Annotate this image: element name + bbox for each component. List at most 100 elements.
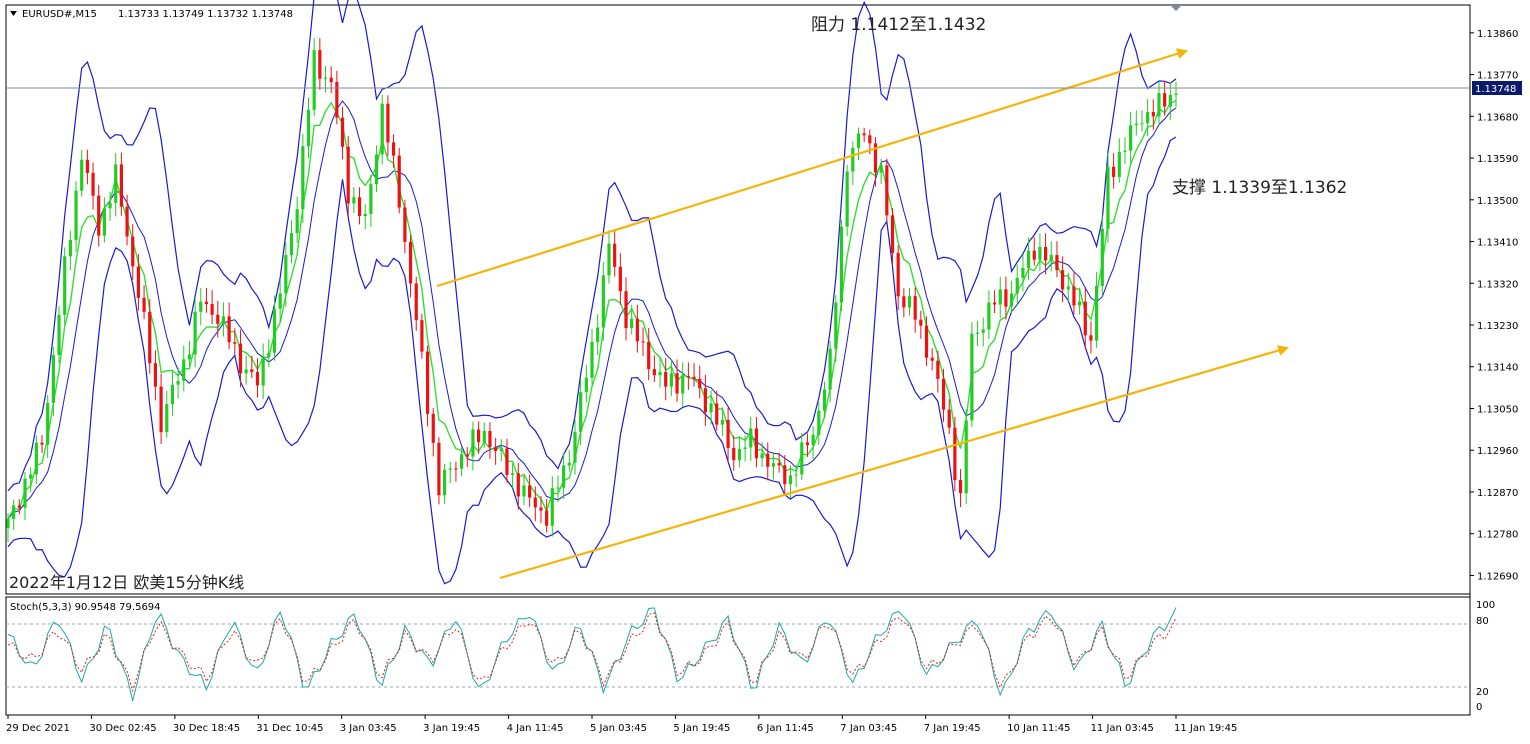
candle-body xyxy=(1078,301,1082,306)
candle-body xyxy=(131,236,135,267)
candle-body xyxy=(936,360,940,379)
candle-body xyxy=(335,82,339,118)
candle-body xyxy=(363,213,367,217)
candle-body xyxy=(556,487,560,489)
candle-body xyxy=(868,135,872,144)
candle-body xyxy=(295,209,299,234)
candle-body xyxy=(805,442,810,446)
candle-body xyxy=(681,376,685,394)
candle-body xyxy=(284,255,288,294)
time-tick-label: 29 Dec 2021 xyxy=(6,723,70,734)
candle-body xyxy=(204,301,209,305)
candle-body xyxy=(1061,270,1065,290)
candle-body xyxy=(1106,166,1110,229)
candle-body xyxy=(193,311,197,355)
candle-body xyxy=(692,376,696,379)
chart-canvas: 1.13860 1.13770 1.13680 1.13590 1.13500 1.134… xyxy=(5,0,1522,734)
candle-body xyxy=(1021,267,1025,278)
candle-body xyxy=(119,164,123,207)
candle-body xyxy=(907,296,912,308)
candle-body xyxy=(85,159,89,173)
candle-body xyxy=(902,296,906,308)
symbol-label[interactable]: EURUSD#,M15 xyxy=(22,9,97,20)
candle-body xyxy=(142,297,146,312)
candle-body xyxy=(624,291,628,329)
candle-body xyxy=(1009,293,1014,307)
current-price-label: 1.13748 xyxy=(1475,84,1516,95)
candle-body xyxy=(630,318,634,329)
candle-body xyxy=(165,404,169,433)
candle-body xyxy=(408,241,413,284)
candle-body xyxy=(941,378,946,410)
price-tick-label: 1.13770 xyxy=(1477,71,1518,82)
time-tick-label: 4 Jan 11:45 xyxy=(507,723,564,734)
candle-body xyxy=(306,109,311,147)
candle-body xyxy=(1174,93,1178,95)
candle-body xyxy=(221,316,226,324)
candle-body xyxy=(244,369,248,374)
time-tick-label: 3 Jan 19:45 xyxy=(423,723,480,734)
candle-body xyxy=(596,327,600,342)
candle-body xyxy=(822,389,827,411)
candle-body xyxy=(1095,285,1099,341)
candle-body xyxy=(896,252,900,297)
candle-body xyxy=(658,371,662,376)
candle-body xyxy=(386,103,390,143)
candle-body xyxy=(930,357,934,361)
candle-body xyxy=(68,239,72,257)
candle-body xyxy=(862,133,866,136)
candle-body xyxy=(187,354,192,360)
time-tick-label: 3 Jan 03:45 xyxy=(340,723,397,734)
candle-body xyxy=(567,462,571,466)
candle-body xyxy=(153,363,158,387)
candle-body xyxy=(1038,246,1042,260)
candle-body xyxy=(1100,228,1104,286)
candle-body xyxy=(108,202,112,209)
candle-body xyxy=(584,377,588,393)
price-tick-label: 1.12870 xyxy=(1477,488,1518,499)
candle-body xyxy=(482,430,486,443)
price-tick-label: 1.13860 xyxy=(1477,29,1518,40)
candle-body xyxy=(811,434,815,446)
stoch-level-0: 0 xyxy=(1476,702,1482,713)
candle-body xyxy=(1055,255,1059,271)
time-tick-label: 30 Dec 18:45 xyxy=(173,723,240,734)
candle-body xyxy=(635,318,639,342)
price-tick-label: 1.12690 xyxy=(1477,571,1518,582)
candle-body xyxy=(261,357,265,386)
time-tick-label: 5 Jan 03:45 xyxy=(590,723,647,734)
candle-body xyxy=(1117,151,1121,177)
candle-body xyxy=(647,341,651,370)
candle-body xyxy=(391,142,396,156)
main-plot-frame xyxy=(5,4,1471,595)
time-tick-label: 7 Jan 19:45 xyxy=(924,723,981,734)
candle-body xyxy=(323,77,328,79)
candle-body xyxy=(720,420,725,425)
candle-body xyxy=(312,50,316,110)
candle-body xyxy=(987,302,991,330)
candle-body xyxy=(890,215,895,253)
candle-body xyxy=(851,147,855,172)
candle-body xyxy=(233,342,237,344)
time-tick-label: 30 Dec 02:45 xyxy=(89,723,156,734)
candle-body xyxy=(437,442,441,496)
time-tick-label: 10 Jan 11:45 xyxy=(1007,723,1070,734)
candle-body xyxy=(91,172,95,196)
candle-body xyxy=(170,384,175,405)
candle-body xyxy=(992,302,997,305)
stoch-indicator-label: Stoch(5,3,3) 90.9548 79.5694 xyxy=(10,602,161,613)
candle-body xyxy=(732,447,736,461)
chart-caption: 2022年1月12日 欧美15分钟K线 xyxy=(9,573,244,592)
candle-body xyxy=(340,117,345,147)
price-tick-label: 1.13680 xyxy=(1477,112,1518,123)
candle-body xyxy=(318,50,322,79)
candle-body xyxy=(516,473,520,497)
candle-body xyxy=(46,402,50,445)
candle-body xyxy=(698,378,702,389)
candle-body xyxy=(425,351,430,414)
candle-body xyxy=(1043,246,1048,261)
candle-body xyxy=(788,475,793,485)
candle-body xyxy=(352,197,356,204)
candle-body xyxy=(289,233,294,256)
price-tick-label: 1.13590 xyxy=(1477,154,1518,165)
